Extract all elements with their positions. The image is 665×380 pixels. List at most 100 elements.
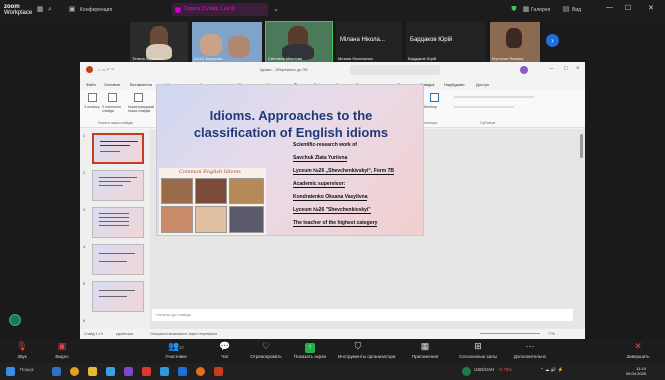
ribbon-option[interactable] bbox=[454, 106, 514, 108]
slide-thumbnail[interactable] bbox=[92, 244, 144, 275]
shield-icon[interactable]: ⛊ bbox=[510, 6, 518, 14]
currency-label[interactable]: USD/UAH bbox=[474, 367, 494, 372]
tab-share[interactable]: Доступ bbox=[476, 82, 489, 87]
taskbar-search[interactable]: Пошук bbox=[20, 367, 34, 372]
chevron-down-icon[interactable]: ⌄ bbox=[272, 6, 280, 14]
tray-icons[interactable]: ⌃ ☁ 🔊 ⚡ bbox=[540, 367, 563, 373]
participant-name: Мілана Ніколаєнко bbox=[338, 56, 373, 61]
zoom-taskbar-icon[interactable] bbox=[178, 367, 187, 376]
participant-tile[interactable]: Бардаков Юрій Бардаков Юрій bbox=[406, 22, 486, 62]
more-icon: ··· bbox=[525, 341, 535, 351]
thumb-number: 1 bbox=[83, 133, 86, 138]
thumb-line bbox=[99, 221, 129, 222]
end-call-icon: ✕ bbox=[634, 341, 642, 351]
notes-pane[interactable]: Нотатки до слайда bbox=[152, 309, 573, 321]
edge-icon[interactable] bbox=[52, 367, 61, 376]
custom-show-icon[interactable] bbox=[134, 93, 143, 102]
monitor-icon[interactable] bbox=[430, 93, 439, 102]
zoom-floating-icon[interactable] bbox=[9, 314, 21, 326]
slide-thumbnail[interactable] bbox=[92, 281, 144, 312]
clock[interactable]: 11:10 05.04.2025 bbox=[618, 366, 646, 376]
from-current-button[interactable]: З поточного слайда bbox=[102, 105, 126, 113]
play-current-icon[interactable] bbox=[108, 93, 117, 102]
share-screen-button[interactable]: ↑ Показать экран bbox=[290, 341, 330, 359]
chrome-icon[interactable] bbox=[70, 367, 79, 376]
currency-change: -0,78% bbox=[498, 367, 513, 372]
gallery-icon[interactable]: ▦ bbox=[522, 6, 530, 14]
view-label[interactable]: Вид bbox=[572, 6, 581, 14]
more-button[interactable]: ··· Дополнительно bbox=[510, 341, 550, 359]
close-icon[interactable]: ✕ bbox=[648, 4, 654, 12]
tab-home[interactable]: Основне bbox=[104, 82, 120, 87]
breakout-rooms-button[interactable]: ⊞ Сессионные залы bbox=[458, 341, 498, 359]
app-icon[interactable] bbox=[124, 367, 133, 376]
gallery-label[interactable]: Галерея bbox=[531, 6, 550, 14]
accessibility-status[interactable]: Спеціальні можливості: варто перевірити bbox=[150, 332, 217, 336]
breakout-label: Сессионные залы bbox=[459, 354, 497, 359]
slide-text-line: Lyceum №26 „Shevchenkivskyi“, Form 7B bbox=[293, 168, 394, 175]
ribbon-option[interactable] bbox=[454, 96, 534, 98]
slide-thumbnail[interactable] bbox=[92, 170, 144, 201]
participant-video bbox=[506, 28, 522, 48]
clock-date: 05.04.2025 bbox=[625, 371, 646, 376]
search-icon[interactable]: ⌕ bbox=[46, 6, 54, 14]
thumb-line bbox=[99, 296, 127, 297]
participant-tile[interactable]: Мілана Нікола... Мілана Ніколаєнко bbox=[336, 22, 402, 62]
windows-start-icon[interactable] bbox=[6, 367, 15, 376]
screen-share-indicator[interactable]: Tаруса (Cлайд 1 из 9) bbox=[172, 3, 268, 16]
grid-icon[interactable]: ▦ bbox=[36, 6, 44, 14]
powerpoint-taskbar-icon[interactable] bbox=[214, 367, 223, 376]
participant-tile-active[interactable]: Світлана Миклова bbox=[265, 21, 333, 63]
play-from-start-icon[interactable] bbox=[88, 93, 97, 102]
app-icon[interactable] bbox=[160, 367, 169, 376]
apps-button[interactable]: ▦ Приложения bbox=[405, 341, 445, 359]
slide-thumbnail[interactable] bbox=[92, 133, 144, 164]
audio-button[interactable]: 🎙 Звук bbox=[2, 341, 42, 359]
host-tools-button[interactable]: ⛉ Инструменты организатора bbox=[338, 341, 395, 359]
search-input[interactable] bbox=[350, 65, 440, 75]
reactions-button[interactable]: ♡ Отреагировать bbox=[246, 341, 286, 359]
end-meeting-button[interactable]: ✕ Завершить bbox=[618, 341, 658, 359]
participant-tile[interactable]: БЛАЗ Академія ... bbox=[192, 22, 262, 62]
view-icon[interactable]: ▤ bbox=[562, 6, 570, 14]
tab-file[interactable]: Файл bbox=[86, 82, 96, 87]
maximize-icon[interactable]: □ bbox=[564, 66, 568, 72]
from-beginning-button[interactable]: З початку bbox=[84, 105, 99, 109]
participant-name: Тетяна Кирилюк bbox=[132, 56, 162, 61]
scrollbar[interactable] bbox=[580, 134, 583, 158]
avatar[interactable] bbox=[520, 66, 528, 74]
participant-tile[interactable]: Мунтаян Ясмина bbox=[490, 22, 540, 62]
participant-big-name: Мілана Нікола... bbox=[340, 37, 385, 43]
language-status[interactable]: українська bbox=[116, 332, 133, 336]
app-icon[interactable] bbox=[142, 367, 151, 376]
slide-title-line1: Idioms. Approaches to the bbox=[209, 108, 373, 123]
chat-button[interactable]: 💬 Чат bbox=[205, 341, 245, 359]
thumb-line bbox=[99, 177, 137, 178]
shield-icon: ⛉ bbox=[354, 341, 362, 351]
tab-insert[interactable]: Вставлення bbox=[130, 82, 152, 87]
firefox-icon[interactable] bbox=[196, 367, 205, 376]
maximize-icon[interactable]: ☐ bbox=[625, 4, 631, 12]
minimize-icon[interactable]: — bbox=[606, 4, 613, 11]
slide-thumbnail[interactable] bbox=[92, 207, 144, 238]
participants-button[interactable]: 👥27 Участники bbox=[156, 341, 196, 359]
tab-addins[interactable]: Надбудови bbox=[444, 82, 464, 87]
share-label: Показать экран bbox=[293, 354, 327, 359]
store-icon[interactable] bbox=[106, 367, 115, 376]
participants-icon: 👥27 bbox=[168, 341, 184, 351]
minimize-icon[interactable]: – bbox=[550, 66, 553, 72]
thumb-line bbox=[99, 213, 129, 214]
monitor-button[interactable]: Монітор bbox=[424, 105, 437, 109]
document-title: Ідіоми - Збережено до ПК bbox=[260, 67, 308, 72]
thumb-number: 2 bbox=[83, 170, 86, 175]
participant-tile[interactable]: Тетяна Кирилюк bbox=[130, 22, 188, 62]
zoom-slider[interactable] bbox=[480, 333, 540, 334]
close-icon[interactable]: × bbox=[576, 66, 580, 72]
folder-icon[interactable] bbox=[88, 367, 97, 376]
autosave-toggle-icon[interactable]: ◐ ▭ ↶ ↷ bbox=[98, 67, 114, 72]
next-participants-button[interactable]: › bbox=[546, 34, 559, 47]
zoom-level[interactable]: 77% bbox=[548, 332, 555, 336]
share-dot-icon bbox=[175, 7, 181, 13]
video-button[interactable]: ▣ Видео bbox=[42, 341, 82, 359]
apps-label: Приложения bbox=[411, 354, 439, 359]
